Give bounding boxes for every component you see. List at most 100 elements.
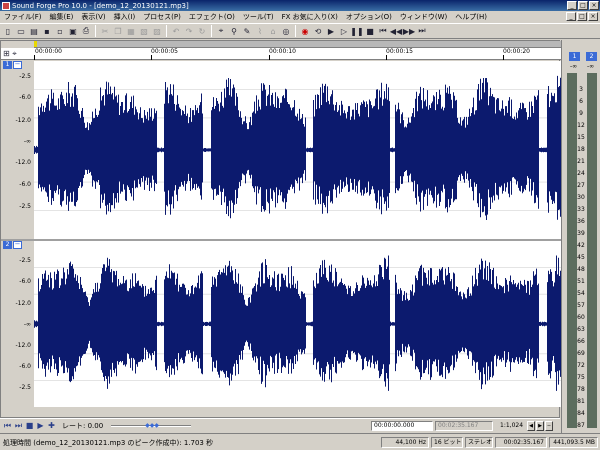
open-icon[interactable]: ▭ [15, 25, 27, 37]
selection-end-field[interactable]: 00:02:35.167 [435, 421, 493, 431]
minimize-button[interactable]: _ [567, 1, 577, 10]
zoom-ratio[interactable]: 1:1,024 [500, 421, 523, 431]
menu-insert[interactable]: 挿入(I) [110, 12, 140, 22]
status-size: 441,093.5 MB [549, 437, 598, 448]
print-icon[interactable]: ⎙ [80, 25, 92, 37]
pause-icon[interactable]: ❚❚ [350, 25, 363, 37]
mdi-restore-button[interactable]: □ [577, 12, 587, 21]
open-folder-icon[interactable]: ▤ [28, 25, 40, 37]
menu-window[interactable]: ウィンドウ(W) [396, 12, 451, 22]
menu-tools[interactable]: ツール(T) [239, 12, 278, 22]
ruler-label: 00:00:05 [151, 48, 178, 55]
axis-label: -∞ [23, 321, 31, 328]
meter-scale-label: 57 [577, 302, 585, 309]
channel-1: 1 − -2.5 -6.0 -12.0 -∞ -12.0 -6.0 -2.5 [1, 61, 561, 239]
loop-icon[interactable]: ⟲ [312, 25, 324, 37]
menu-fx-favorites[interactable]: FX お気に入り(X) [278, 12, 342, 22]
channel-1-badge[interactable]: 1 [3, 61, 12, 69]
meter-toolbar[interactable] [562, 40, 600, 50]
channel-2-badge[interactable]: 2 [3, 241, 12, 249]
magnify-icon[interactable]: ⚲ [228, 25, 240, 37]
menu-view[interactable]: 表示(V) [77, 12, 109, 22]
forward-icon[interactable]: ▶▶ [403, 25, 415, 37]
paste-icon[interactable]: ▦ [125, 25, 137, 37]
go-start-icon[interactable]: ⏮ [377, 25, 389, 37]
envelope-icon[interactable]: ⌇ [254, 25, 266, 37]
waveform-svg[interactable] [34, 61, 561, 239]
ruler-options-icon[interactable]: ⊞ ⌖ [3, 49, 17, 59]
undo-icon[interactable]: ↶ [170, 25, 182, 37]
ruler-label: 00:00:00 [35, 48, 62, 55]
menu-edit[interactable]: 編集(E) [46, 12, 78, 22]
edit-tool-icon[interactable]: ⌖ [215, 25, 227, 37]
save-all-icon[interactable]: ▫ [54, 25, 66, 37]
selection-start-field[interactable]: 00:00:00.000 [371, 421, 433, 431]
axis-label: -12.0 [15, 342, 31, 349]
go-end-icon[interactable]: ⏭ [416, 25, 428, 37]
play-all-icon[interactable]: ▶ [325, 25, 337, 37]
status-bit-depth[interactable]: 16 ビット [431, 437, 463, 448]
toolbar-separator [295, 25, 296, 37]
play-icon[interactable]: ▷ [338, 25, 350, 37]
play-normal-icon[interactable]: ✚ [47, 421, 56, 431]
meter-scale-label: 21 [577, 158, 585, 165]
menu-help[interactable]: ヘルプ(H) [451, 12, 491, 22]
stop-icon[interactable]: ■ [25, 421, 34, 431]
event-icon[interactable]: ⌂ [267, 25, 279, 37]
axis-label: -2.5 [19, 257, 31, 264]
play-icon[interactable]: ▶ [36, 421, 45, 431]
playhead-marker[interactable] [34, 41, 37, 47]
cut-icon[interactable]: ✂ [99, 25, 111, 37]
maximize-button[interactable]: □ [578, 1, 588, 10]
time-ruler[interactable]: ⊞ ⌖ 00:00:00 00:00:05 00:00:10 00:00:15 … [1, 48, 561, 60]
channel-2-waveform[interactable] [34, 241, 561, 407]
channel-2-collapse-button[interactable]: − [13, 241, 22, 249]
meter-scale-label: 12 [577, 122, 585, 129]
pencil-icon[interactable]: ✎ [241, 25, 253, 37]
new-icon[interactable]: ▯ [2, 25, 14, 37]
scroll-right-button[interactable]: ▶ [536, 421, 544, 431]
channel-1-collapse-button[interactable]: − [13, 61, 22, 69]
menu-effects[interactable]: エフェクト(O) [185, 12, 239, 22]
close-button[interactable]: × [589, 1, 599, 10]
meter-channel-2-badge[interactable]: 2 [586, 52, 597, 61]
rate-slider[interactable]: ◆◆◆ [111, 422, 192, 430]
menu-process[interactable]: プロセス(P) [139, 12, 185, 22]
channel-1-waveform[interactable] [34, 61, 561, 239]
save-icon[interactable]: ▪ [41, 25, 53, 37]
meter-channel-1-badge[interactable]: 1 [569, 52, 580, 61]
meter-scale-label: 81 [577, 398, 585, 405]
status-channels[interactable]: ステレオ [465, 437, 493, 448]
stop-icon[interactable]: ■ [364, 25, 376, 37]
meter-peak-2[interactable]: -∞ [587, 63, 594, 70]
rewind-icon[interactable]: ◀◀ [390, 25, 402, 37]
app-icon[interactable] [2, 1, 10, 10]
redo-icon[interactable]: ↷ [183, 25, 195, 37]
status-sample-rate[interactable]: 44,100 Hz [381, 437, 429, 448]
meter-scale-label: 39 [577, 230, 585, 237]
window-title: Sound Forge Pro 10.0 - [demo_12_20130121… [12, 1, 189, 10]
properties-icon[interactable]: ▣ [67, 25, 79, 37]
go-to-start-icon[interactable]: ⏮ [3, 421, 12, 431]
mdi-close-button[interactable]: × [588, 12, 598, 21]
waveform-svg[interactable] [34, 241, 561, 407]
scroll-left-button[interactable]: ◀ [527, 421, 535, 431]
meter-scale-label: 45 [577, 254, 585, 261]
axis-label: -∞ [23, 138, 31, 145]
snap-icon[interactable]: ◎ [280, 25, 292, 37]
overview-bar[interactable] [34, 41, 561, 48]
record-icon[interactable]: ◉ [299, 25, 311, 37]
menu-options[interactable]: オプション(O) [342, 12, 396, 22]
copy-icon[interactable]: ❐ [112, 25, 124, 37]
trim-icon[interactable]: ▨ [151, 25, 163, 37]
mdi-minimize-button[interactable]: _ [566, 12, 576, 21]
zoom-out-button[interactable]: − [545, 421, 553, 431]
rate-slider-thumb[interactable]: ◆◆◆ [145, 422, 159, 429]
meter-peak-1[interactable]: -∞ [570, 63, 577, 70]
go-to-end-icon[interactable]: ⏭ [14, 421, 23, 431]
meter-scale-label: 84 [577, 410, 585, 417]
axis-label: -2.5 [19, 203, 31, 210]
menu-file[interactable]: ファイル(F) [0, 12, 46, 22]
mix-icon[interactable]: ▧ [138, 25, 150, 37]
repeat-icon[interactable]: ↻ [196, 25, 208, 37]
